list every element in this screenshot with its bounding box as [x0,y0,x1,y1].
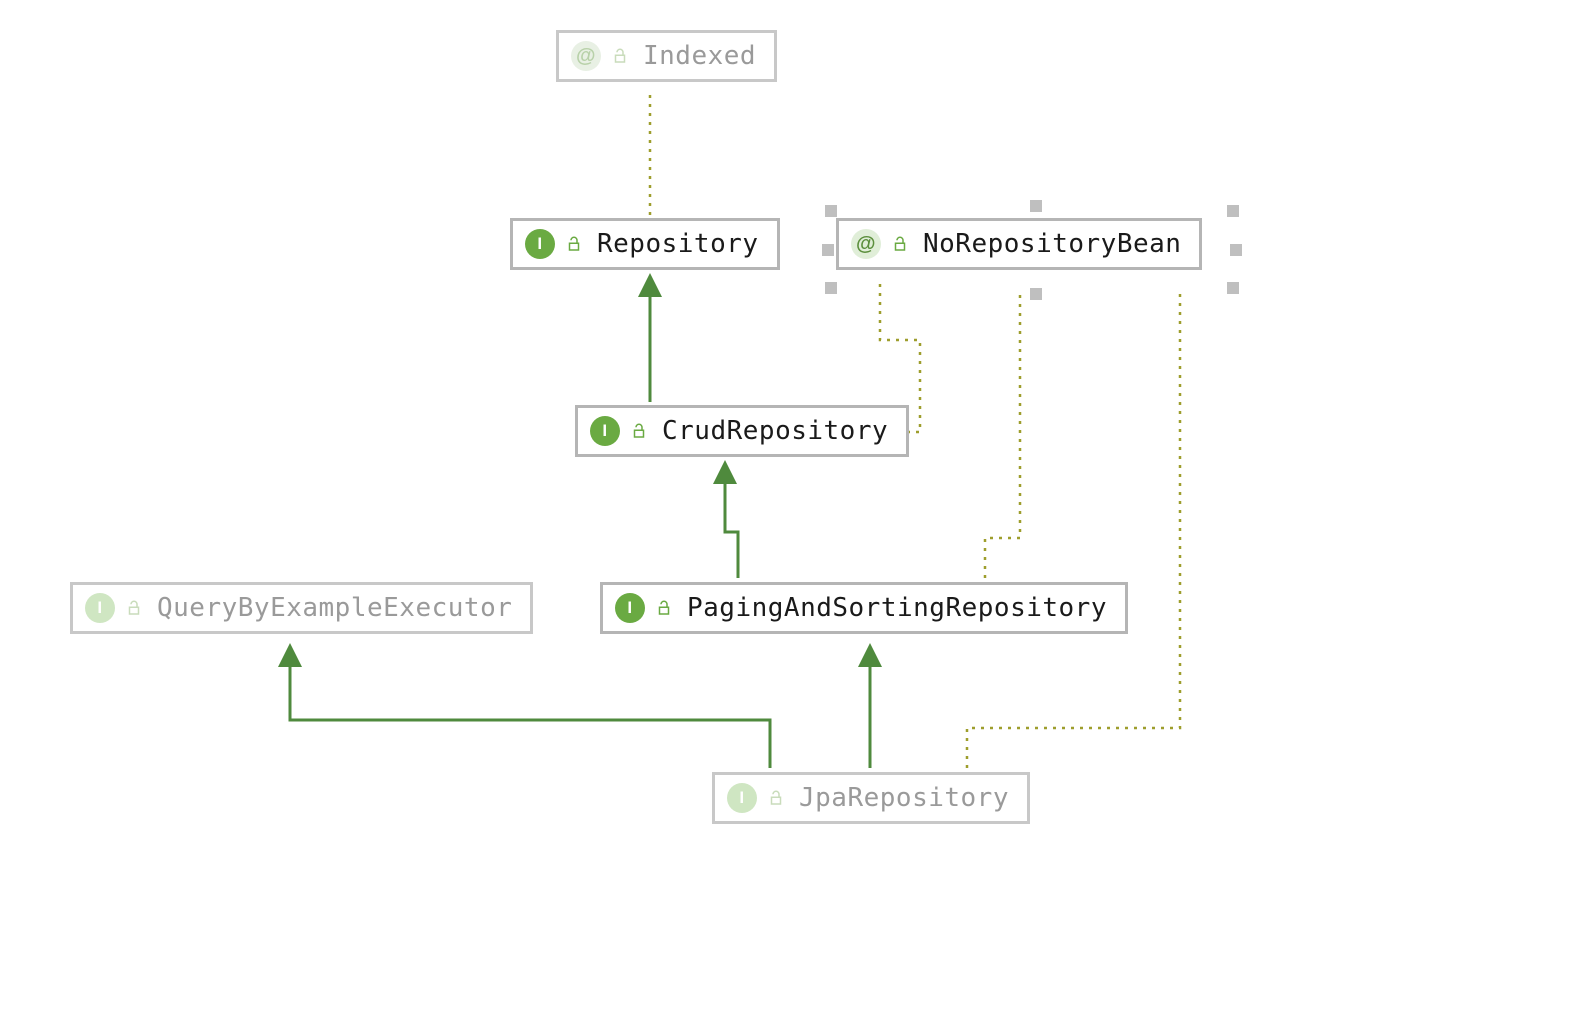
selection-handle-e[interactable] [1230,244,1242,256]
node-norepositorybean[interactable]: @ NoRepositoryBean [836,218,1202,270]
interface-icon: I [590,416,620,446]
diagram-connectors [0,0,1590,1019]
node-querybyexampleexecutor[interactable]: I QueryByExampleExecutor [70,582,533,634]
unlock-icon [125,599,143,617]
unlock-icon [565,235,583,253]
selection-handle-nw[interactable] [825,205,837,217]
selection-handle-s[interactable] [1030,288,1042,300]
class-diagram-canvas[interactable]: @ Indexed I Repository @ NoRepositoryBea… [0,0,1590,1019]
edge-paging-to-norepobean [985,290,1020,578]
node-label: QueryByExampleExecutor [157,594,512,623]
edge-jpa-to-norepobean [967,290,1180,768]
unlock-icon [655,599,673,617]
node-label: PagingAndSortingRepository [687,594,1107,623]
node-indexed[interactable]: @ Indexed [556,30,777,82]
edge-paging-to-crud [725,472,738,578]
node-label: CrudRepository [662,417,888,446]
selection-handle-n[interactable] [1030,200,1042,212]
node-label: Repository [597,230,759,259]
unlock-icon [630,422,648,440]
unlock-icon [767,789,785,807]
interface-icon: I [727,783,757,813]
node-label: Indexed [643,42,756,71]
edge-jpa-to-qbe [290,655,770,768]
node-pagingandsortingrepository[interactable]: I PagingAndSortingRepository [600,582,1128,634]
interface-icon: I [525,229,555,259]
node-repository[interactable]: I Repository [510,218,780,270]
node-crudrepository[interactable]: I CrudRepository [575,405,909,457]
node-label: NoRepositoryBean [923,230,1181,259]
selection-handle-w[interactable] [822,244,834,256]
interface-icon: I [615,593,645,623]
interface-icon: I [85,593,115,623]
annotation-icon: @ [851,229,881,259]
node-label: JpaRepository [799,784,1009,813]
unlock-icon [891,235,909,253]
unlock-icon [611,47,629,65]
selection-handle-sw[interactable] [825,282,837,294]
selection-handle-se[interactable] [1227,282,1239,294]
node-jparepository[interactable]: I JpaRepository [712,772,1030,824]
selection-handle-ne[interactable] [1227,205,1239,217]
annotation-icon: @ [571,41,601,71]
